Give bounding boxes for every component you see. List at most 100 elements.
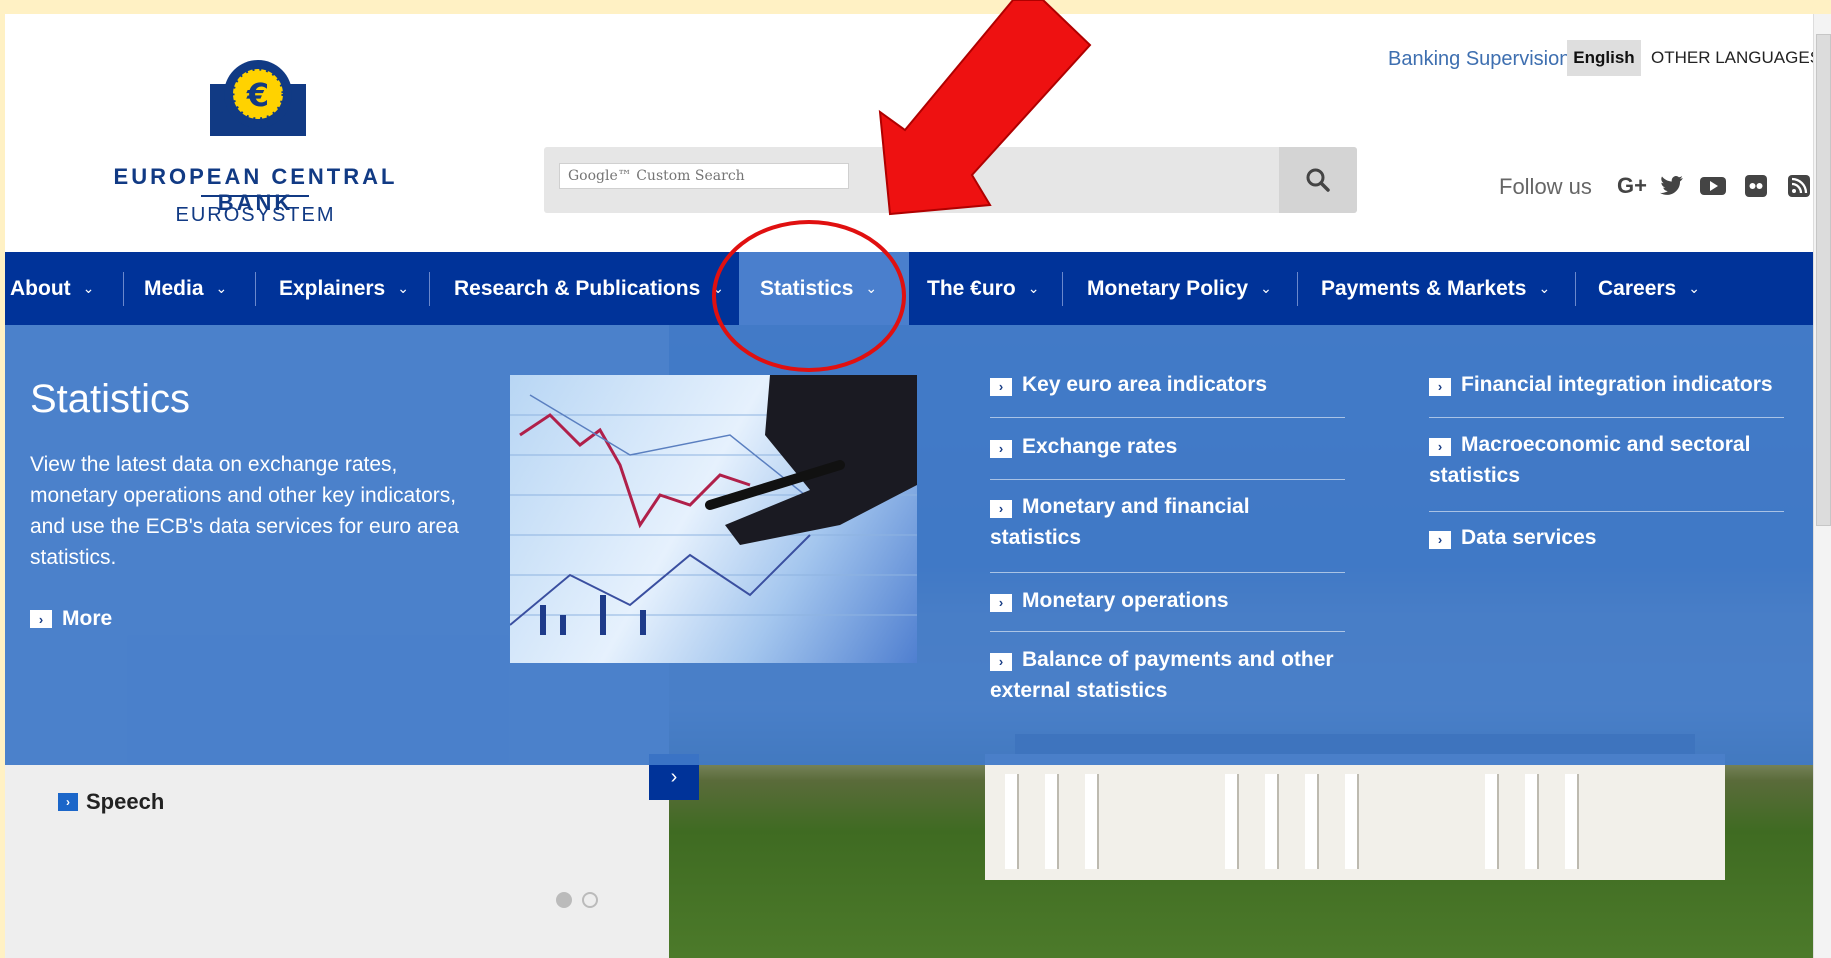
banking-supervision-link[interactable]: Banking Supervision [1388, 48, 1570, 71]
arrow-right-icon: › [1429, 530, 1451, 549]
hero-column [1305, 774, 1317, 869]
carousel-dots [556, 892, 598, 908]
nav-label: Research & Publications [454, 276, 701, 300]
hero-column [1485, 774, 1497, 869]
dropdown-link-exchange-rates[interactable]: › Exchange rates [990, 431, 1177, 462]
link-label: Exchange rates [1022, 435, 1178, 458]
arrow-right-icon: › [1429, 377, 1451, 396]
nav-item-the-euro[interactable]: The €uro ⌄ [927, 252, 1039, 325]
link-label: Balance of payments and other external s… [990, 648, 1334, 702]
hero-column [1525, 774, 1537, 869]
arrow-right-icon: › [58, 793, 78, 811]
more-link[interactable]: › More [30, 607, 112, 631]
nav-item-payments-markets[interactable]: Payments & Markets ⌄ [1321, 252, 1550, 325]
chevron-down-icon: ⌄ [1260, 280, 1272, 296]
chevron-right-icon: › [670, 765, 678, 788]
hero-column [1225, 774, 1237, 869]
nav-item-careers[interactable]: Careers ⌄ [1598, 252, 1700, 325]
dropdown-divider [1429, 417, 1784, 418]
nav-divider [255, 272, 256, 306]
page: € EUROPEAN CENTRAL BANK EUROSYSTEM Banki… [5, 14, 1815, 958]
link-label: Key euro area indicators [1022, 373, 1268, 396]
annotation-circle [712, 220, 906, 372]
chevron-down-icon: ⌄ [1538, 280, 1551, 296]
search-bar [544, 147, 1357, 213]
nav-label: The €uro [927, 276, 1016, 300]
hero-column [1085, 774, 1097, 869]
rss-icon[interactable] [1784, 171, 1814, 201]
arrow-right-icon: › [990, 439, 1012, 458]
nav-item-research-publications[interactable]: Research & Publications ⌄ [454, 252, 724, 325]
google-plus-icon[interactable]: G+ [1613, 171, 1651, 201]
dropdown-link-data-services[interactable]: › Data services [1429, 522, 1596, 553]
carousel-dot-1[interactable] [556, 892, 572, 908]
nav-divider [1297, 272, 1298, 306]
follow-us-label: Follow us [1499, 174, 1592, 199]
nav-label: Media [144, 276, 204, 300]
dropdown-link-key-euro-area-indicators[interactable]: › Key euro area indicators [990, 369, 1267, 400]
arrow-right-icon: › [1429, 437, 1451, 456]
twitter-icon[interactable] [1657, 171, 1687, 201]
nav-item-about[interactable]: About ⌄ [10, 252, 94, 325]
dropdown-link-balance-of-payments[interactable]: › Balance of payments and other external … [990, 644, 1370, 706]
arrow-right-icon: › [990, 377, 1012, 396]
vertical-scrollbar[interactable] [1813, 14, 1831, 958]
hero-column [1565, 774, 1577, 869]
speech-label: Speech [86, 789, 165, 814]
hero-column [1345, 774, 1357, 869]
chart-photo-illustration [510, 375, 917, 635]
carousel-dot-2[interactable] [582, 892, 598, 908]
nav-item-monetary-policy[interactable]: Monetary Policy ⌄ [1087, 252, 1272, 325]
arrow-right-icon: › [990, 499, 1012, 518]
nav-label: Explainers [279, 276, 386, 300]
hero-column [1045, 774, 1057, 869]
language-current[interactable]: English [1567, 40, 1641, 76]
dropdown-link-macroeconomic-sectoral-statistics[interactable]: › Macroeconomic and sectoral statistics [1429, 429, 1769, 491]
link-label: Financial integration indicators [1461, 373, 1773, 396]
svg-text:€: € [246, 76, 269, 114]
chevron-down-icon: ⌄ [1027, 280, 1040, 296]
search-input[interactable] [559, 163, 849, 189]
dropdown-link-monetary-financial-statistics[interactable]: › Monetary and financial statistics [990, 491, 1300, 553]
speech-link[interactable]: › Speech [58, 789, 164, 815]
chevron-down-icon: ⌄ [397, 280, 409, 296]
arrow-right-icon: › [30, 610, 52, 628]
link-label: Data services [1461, 526, 1597, 549]
org-subtitle: EUROSYSTEM [175, 204, 336, 226]
search-icon [1306, 168, 1330, 192]
dropdown-description: View the latest data on exchange rates, … [30, 453, 459, 569]
nav-label: Careers [1598, 276, 1677, 300]
chevron-down-icon: ⌄ [82, 280, 95, 296]
ecb-logo-icon[interactable]: € [210, 54, 306, 150]
dropdown-divider [990, 572, 1345, 573]
nav-item-media[interactable]: Media ⌄ [144, 252, 227, 325]
dropdown-link-financial-integration-indicators[interactable]: › Financial integration indicators [1429, 369, 1773, 400]
link-label: Macroeconomic and sectoral statistics [1429, 433, 1751, 487]
youtube-icon[interactable] [1698, 171, 1728, 201]
language-other-dropdown[interactable]: OTHER LANGUAGES (23) [1643, 40, 1815, 76]
dropdown-link-monetary-operations[interactable]: › Monetary operations [990, 585, 1229, 616]
chevron-down-icon: ⌄ [215, 280, 228, 296]
dropdown-divider [990, 479, 1345, 480]
nav-label: Payments & Markets [1321, 276, 1527, 300]
dropdown-title: Statistics [30, 377, 191, 421]
nav-label: About [10, 276, 71, 300]
flickr-icon[interactable] [1741, 171, 1771, 201]
link-label: Monetary operations [1022, 589, 1229, 612]
dropdown-divider [1429, 511, 1784, 512]
nav-divider [123, 272, 124, 306]
scrollbar-thumb[interactable] [1816, 34, 1831, 526]
hero-column [1005, 774, 1017, 869]
chevron-down-icon: ⌄ [1688, 280, 1700, 296]
nav-divider [429, 272, 430, 306]
dropdown-divider [990, 417, 1345, 418]
link-label: Monetary and financial statistics [990, 495, 1250, 549]
statistics-chart-image [510, 375, 917, 663]
nav-item-explainers[interactable]: Explainers ⌄ [279, 252, 409, 325]
more-label: More [62, 607, 113, 630]
nav-divider [1062, 272, 1063, 306]
search-button[interactable] [1279, 147, 1357, 213]
arrow-right-icon: › [990, 652, 1012, 671]
statistics-dropdown: Statistics View the latest data on excha… [5, 325, 1815, 765]
nav-label: Monetary Policy [1087, 276, 1249, 300]
